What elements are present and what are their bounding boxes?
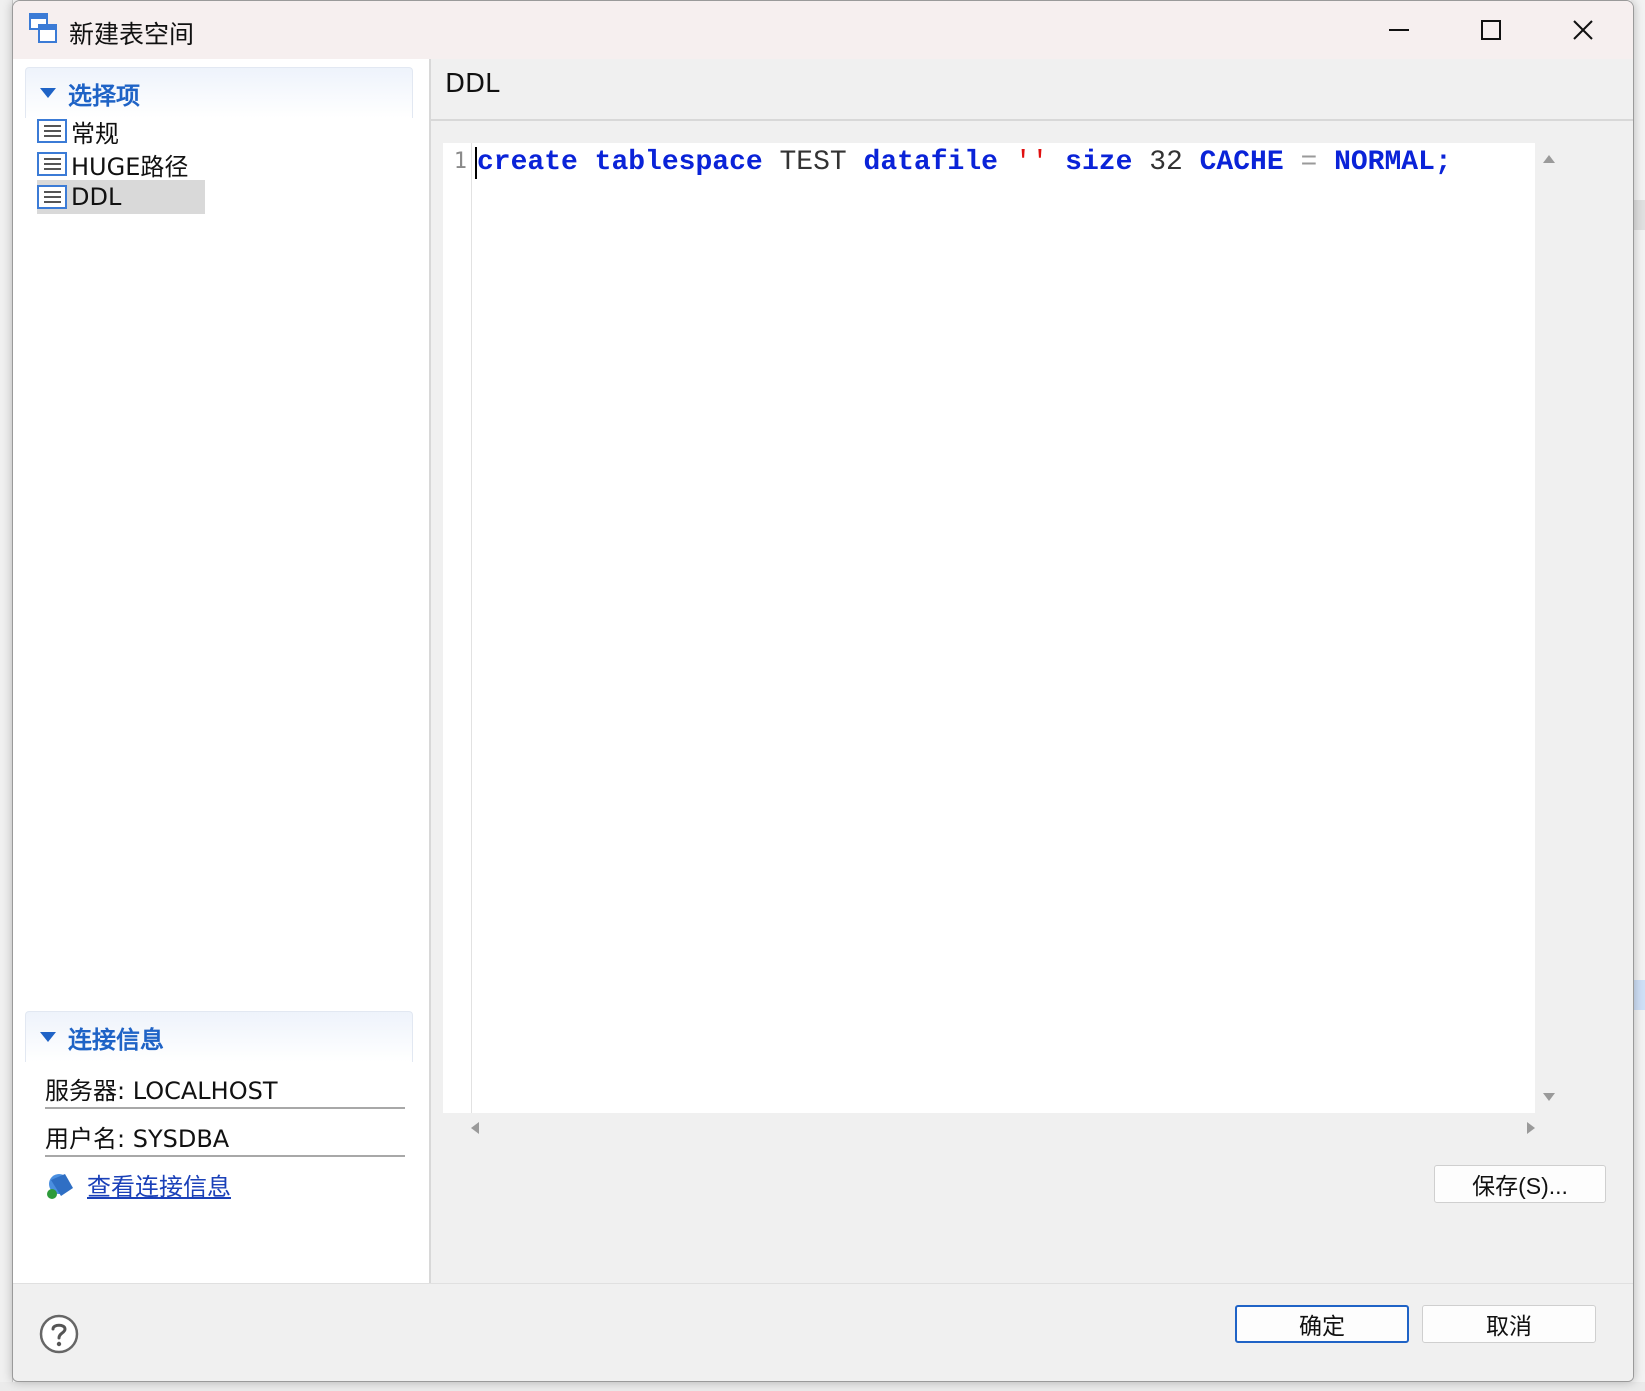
code-token-identifier: TEST — [779, 147, 847, 178]
ddl-content-area: 1 create tablespace TEST datafile '' siz… — [431, 121, 1633, 1283]
list-page-icon — [37, 185, 67, 209]
list-page-icon — [37, 119, 67, 143]
close-icon — [1573, 20, 1593, 40]
connection-info-icon — [47, 1173, 73, 1199]
connection-section-title: 连接信息 — [68, 1025, 164, 1054]
options-section-header[interactable]: 选择项 — [25, 67, 413, 118]
divider — [45, 1107, 405, 1109]
scroll-left-arrow-icon[interactable] — [471, 1122, 479, 1134]
background-window-bottom-edge — [0, 1382, 1645, 1391]
ok-button[interactable]: 确定 — [1235, 1305, 1409, 1343]
code-token-keyword: datafile — [863, 147, 998, 178]
tree-item-ddl[interactable]: DDL — [37, 180, 205, 214]
tablespace-app-icon — [29, 13, 57, 43]
options-section-title: 选择项 — [68, 81, 140, 110]
code-token-operator: = — [1300, 147, 1318, 178]
username-info: 用户名: SYSDBA — [45, 1125, 230, 1153]
page-title: DDL — [445, 69, 500, 99]
left-navigation-pane: 选择项 常规 HUGE路径 DDL 连接信息 服务器: LOCALHOST 用户… — [13, 59, 431, 1283]
code-token-keyword: tablespace — [594, 147, 763, 178]
ddl-code-line: create tablespace TEST datafile '' size … — [477, 145, 1452, 181]
maximize-icon — [1481, 20, 1501, 40]
title-bar: 新建表空间 — [13, 1, 1633, 59]
code-token-keyword: size — [1065, 147, 1133, 178]
code-token-string: '' — [1014, 147, 1049, 178]
vertical-scrollbar[interactable] — [1535, 143, 1561, 1113]
tree-item-general[interactable]: 常规 — [37, 114, 127, 148]
line-number: 1 — [453, 149, 467, 174]
minimize-icon — [1389, 29, 1409, 31]
server-info: 服务器: LOCALHOST — [45, 1077, 278, 1105]
code-token-keyword: NORMAL; — [1334, 147, 1452, 178]
close-button[interactable] — [1537, 1, 1629, 59]
scroll-right-arrow-icon[interactable] — [1527, 1122, 1535, 1134]
new-tablespace-dialog: 新建表空间 选择项 常规 HUGE路径 DDL 连接信息 服务器: LOCALH… — [12, 0, 1634, 1382]
code-token-keyword: CACHE — [1199, 147, 1284, 178]
line-number-gutter: 1 — [443, 143, 472, 1113]
tree-item-huge-path[interactable]: HUGE路径 — [37, 147, 196, 181]
list-page-icon — [37, 152, 67, 176]
connection-section-header[interactable]: 连接信息 — [25, 1011, 413, 1062]
window-title: 新建表空间 — [69, 20, 195, 49]
help-question-icon[interactable] — [39, 1314, 79, 1354]
tree-item-label: DDL — [71, 183, 122, 211]
code-token-number: 32 — [1149, 147, 1183, 178]
ddl-page-header: DDL — [431, 59, 1633, 121]
tree-item-label: 常规 — [71, 119, 119, 148]
save-button[interactable]: 保存(S)... — [1434, 1165, 1606, 1203]
view-connection-info-label: 查看连接信息 — [87, 1173, 231, 1201]
collapse-triangle-icon — [40, 88, 56, 98]
collapse-triangle-icon — [40, 1032, 56, 1042]
horizontal-scrollbar[interactable] — [471, 1116, 1535, 1140]
scroll-down-arrow-icon[interactable] — [1543, 1093, 1555, 1101]
minimize-button[interactable] — [1353, 1, 1445, 59]
cancel-button[interactable]: 取消 — [1422, 1305, 1596, 1343]
tree-item-label: HUGE路径 — [71, 152, 189, 181]
divider — [45, 1155, 405, 1157]
maximize-button[interactable] — [1445, 1, 1537, 59]
code-token-keyword: create — [477, 147, 578, 178]
scroll-up-arrow-icon[interactable] — [1543, 155, 1555, 163]
view-connection-info-link[interactable]: 查看连接信息 — [45, 1167, 231, 1202]
ddl-code-editor[interactable]: 1 create tablespace TEST datafile '' siz… — [443, 143, 1535, 1113]
